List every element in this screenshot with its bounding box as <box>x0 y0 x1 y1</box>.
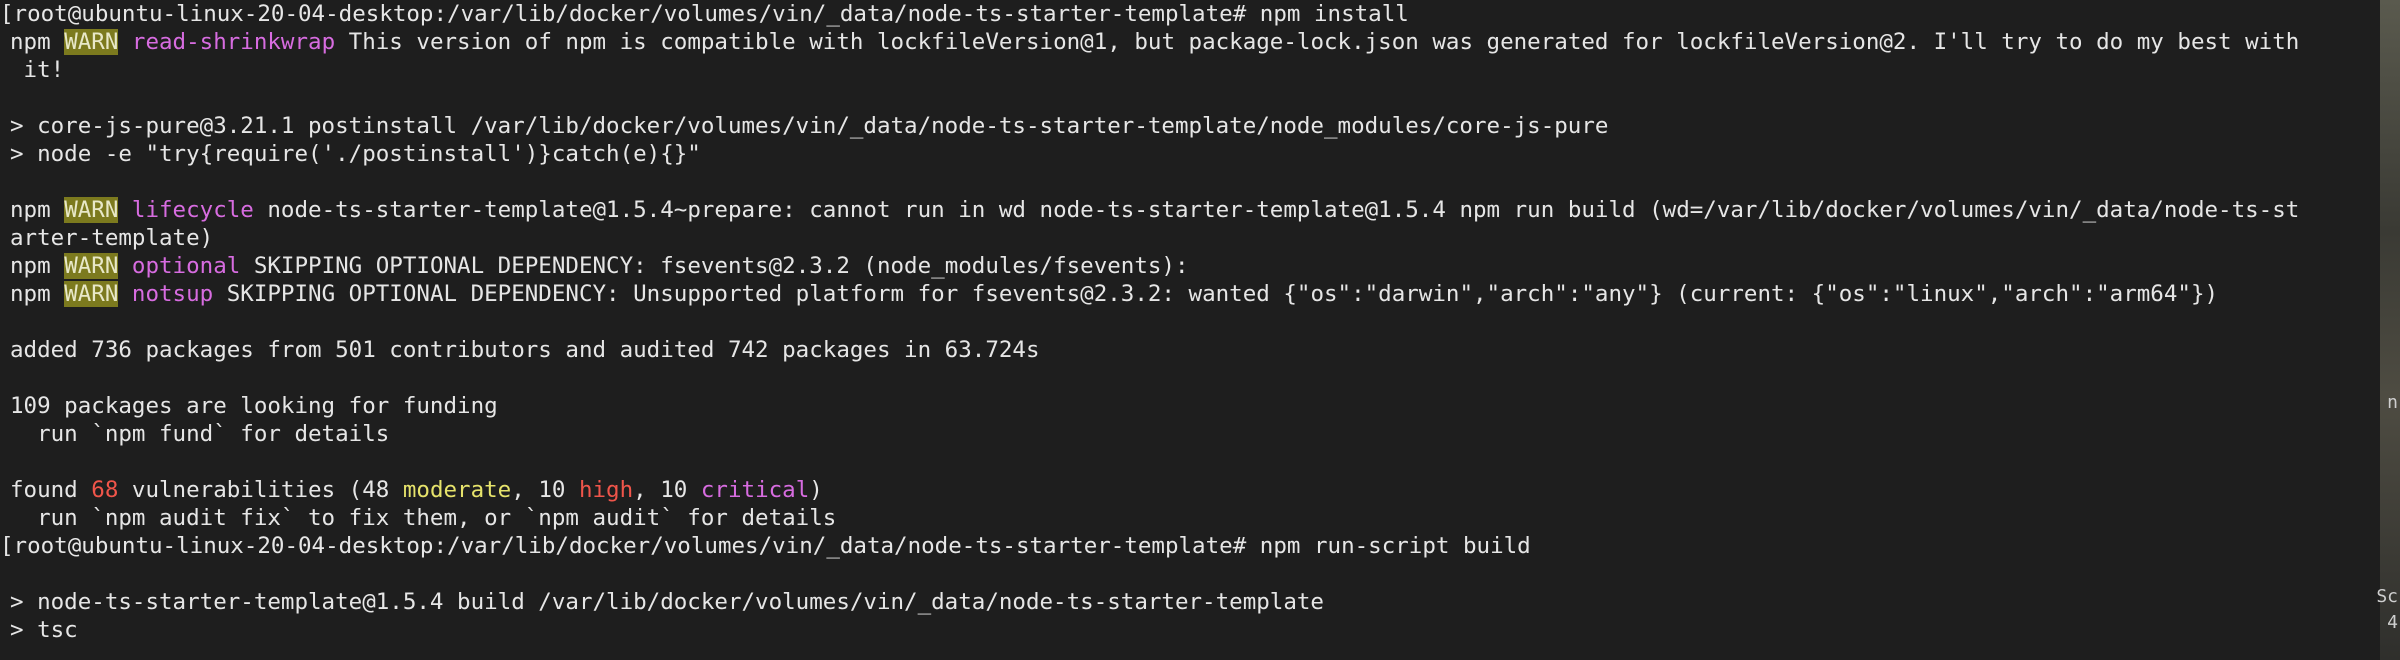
terminal-line: npm WARN optional SKIPPING OPTIONAL DEPE… <box>10 252 1189 280</box>
terminal-line: > node-ts-starter-template@1.5.4 build /… <box>10 589 1324 615</box>
warn-message: SKIPPING OPTIONAL DEPENDENCY: fsevents@2… <box>240 253 1189 279</box>
command-prompt: [root@ubuntu-linux-20-04-desktop:/var/li… <box>0 533 1531 559</box>
terminal-line: run `npm audit fix` to fix them, or `npm… <box>10 505 837 531</box>
edge-glyph: n <box>2387 392 2398 413</box>
npm-label: npm <box>10 29 51 55</box>
terminal-line: [root@ubuntu-linux-20-04-desktop:/var/li… <box>0 532 1531 560</box>
terminal-line: run `npm fund` for details <box>10 421 390 447</box>
warn-badge: WARN <box>64 281 119 307</box>
terminal-line: npm WARN notsup SKIPPING OPTIONAL DEPEND… <box>10 280 2218 308</box>
terminal-line: [root@ubuntu-linux-20-04-desktop:/var/li… <box>0 0 1409 28</box>
terminal-line: arter-template) <box>10 225 214 251</box>
vuln-text: , 10 <box>511 477 579 503</box>
vuln-text: found <box>10 477 92 503</box>
severity-moderate: moderate <box>402 477 512 503</box>
warn-tag: lifecycle <box>131 197 254 223</box>
vuln-text: , 10 <box>633 477 701 503</box>
edge-glyph: Sc <box>2376 586 2398 607</box>
terminal-line: added 736 packages from 501 contributors… <box>10 337 1040 363</box>
command-prompt: [root@ubuntu-linux-20-04-desktop:/var/li… <box>0 1 1409 27</box>
terminal-line: it! <box>10 57 65 83</box>
severity-critical: critical <box>700 477 810 503</box>
terminal-line: 109 packages are looking for funding <box>10 393 498 419</box>
warn-message: node-ts-starter-template@1.5.4~prepare: … <box>253 197 2300 223</box>
warn-badge: WARN <box>64 197 119 223</box>
terminal-line: found 68 vulnerabilities (48 moderate, 1… <box>10 476 823 504</box>
npm-label: npm <box>10 197 51 223</box>
terminal-line: npm WARN read-shrinkwrap This version of… <box>10 28 2299 56</box>
warn-tag: optional <box>131 253 241 279</box>
vuln-text: vulnerabilities (48 <box>118 477 403 503</box>
warn-message: This version of npm is compatible with l… <box>335 29 2300 55</box>
terminal-window[interactable]: [root@ubuntu-linux-20-04-desktop:/var/li… <box>0 0 2380 660</box>
terminal-line: npm WARN lifecycle node-ts-starter-templ… <box>10 196 2299 224</box>
npm-label: npm <box>10 281 51 307</box>
warn-badge: WARN <box>64 29 119 55</box>
warn-message: SKIPPING OPTIONAL DEPENDENCY: Unsupporte… <box>213 281 2219 307</box>
vuln-text: ) <box>809 477 823 503</box>
warn-tag: read-shrinkwrap <box>131 29 336 55</box>
vuln-count: 68 <box>91 477 119 503</box>
warn-tag: notsup <box>131 281 214 307</box>
edge-glyph: 4 <box>2387 612 2398 633</box>
background-window-edge: n Sc 4 <box>2376 0 2400 660</box>
terminal-line: > node -e "try{require('./postinstall')}… <box>10 141 701 167</box>
terminal-line: > core-js-pure@3.21.1 postinstall /var/l… <box>10 113 1609 139</box>
warn-badge: WARN <box>64 253 119 279</box>
severity-high: high <box>578 477 634 503</box>
npm-label: npm <box>10 253 51 279</box>
terminal-line: > tsc <box>10 617 78 643</box>
